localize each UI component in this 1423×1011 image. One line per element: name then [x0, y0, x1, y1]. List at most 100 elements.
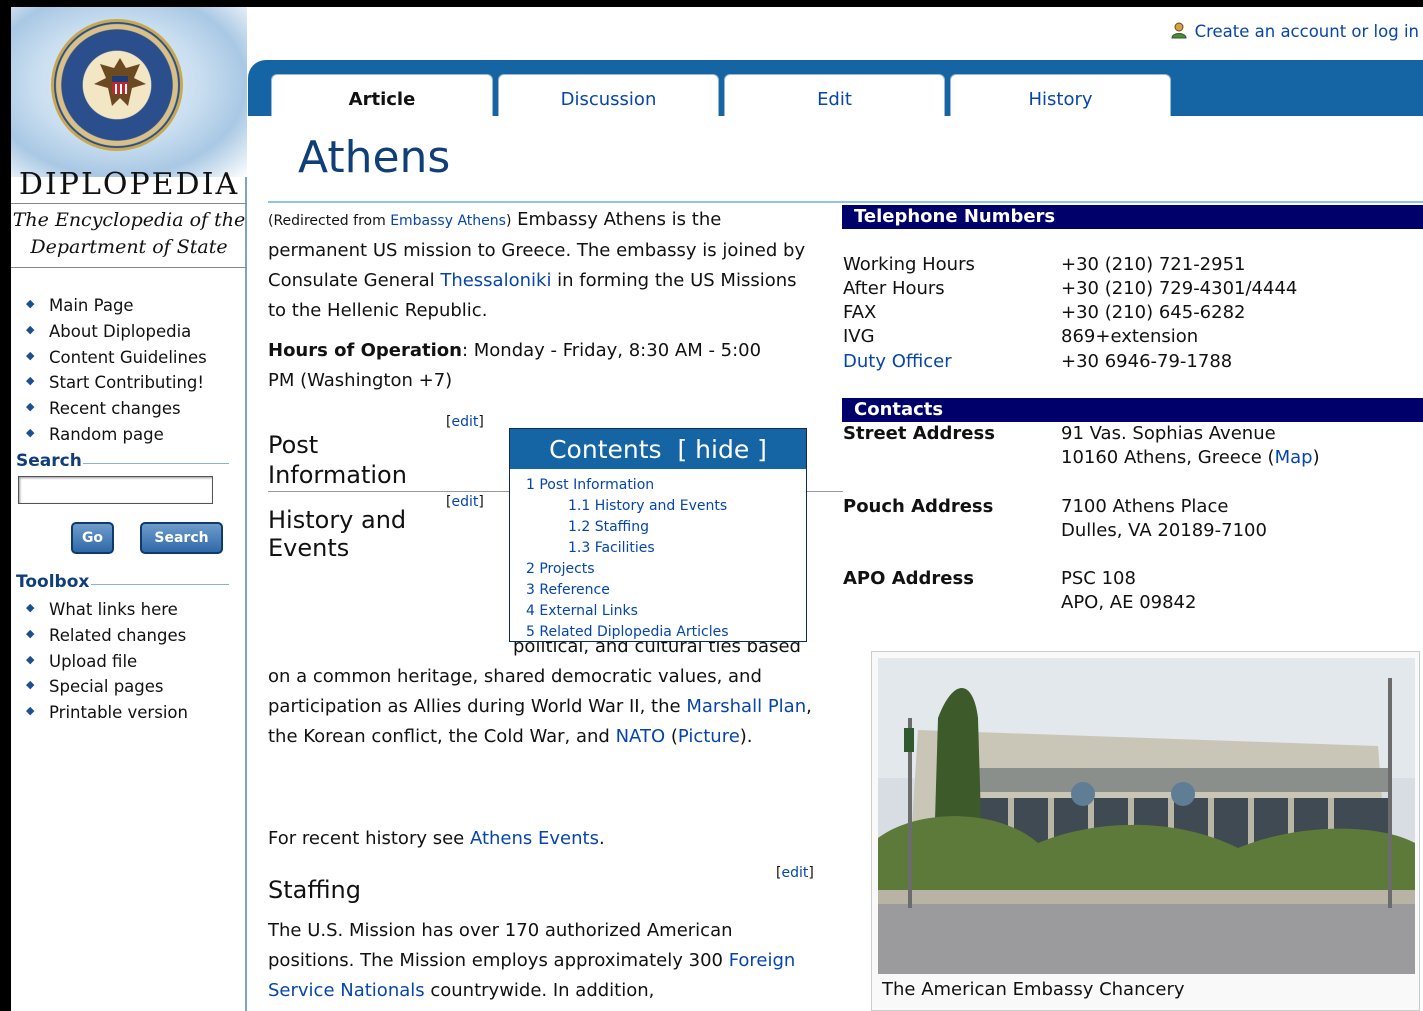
toc-item[interactable]: 2 Projects: [526, 559, 806, 580]
thessaloniki-link[interactable]: Thessaloniki: [440, 270, 551, 291]
recent-suffix: .: [598, 828, 605, 849]
street-address-close: ): [1312, 447, 1320, 468]
heading-staffing: Staffing: [268, 876, 361, 904]
window-left-border: [0, 0, 11, 1011]
phone-value-duty-officer: +30 6946-79-1788: [1061, 351, 1233, 372]
nav-item-main-page[interactable]: Main Page: [23, 291, 207, 319]
embassy-building-image: [878, 658, 1415, 974]
eagle-icon: [94, 58, 146, 106]
brand-name: DIPLOPEDIA: [18, 167, 240, 202]
hours-label: Hours of Operation: [268, 340, 462, 361]
nato-link[interactable]: NATO: [616, 726, 666, 747]
tab-edit[interactable]: Edit: [724, 74, 945, 116]
page-title: Athens: [298, 132, 451, 183]
phone-label-working-hours: Working Hours: [843, 254, 975, 275]
nav-item-start-contributing[interactable]: Start Contributing!: [23, 368, 207, 396]
street-address-line1: 91 Vas. Sophias Avenue: [1061, 423, 1276, 444]
phone-value-ivg: 869+extension: [1061, 326, 1199, 347]
nav-item-random-page[interactable]: Random page: [23, 420, 207, 448]
sidebar: DIPLOPEDIA The Encyclopedia of the Depar…: [11, 7, 247, 1011]
street-address-line2: 10160 Athens, Greece (Map): [1061, 446, 1320, 470]
staffing-text-2: countrywide. In addition,: [424, 980, 655, 1001]
history-text-4: ).: [739, 726, 753, 747]
toolbox-list: What links here Related changes Upload f…: [23, 595, 188, 726]
street-address-city: 10160 Athens, Greece (: [1061, 447, 1275, 468]
toc-item[interactable]: 1 Post Information: [526, 475, 806, 496]
heading-underline: [807, 491, 843, 492]
marshall-plan-link[interactable]: Marshall Plan: [686, 696, 806, 717]
toc-item[interactable]: 1.2 Staffing: [526, 517, 806, 538]
table-of-contents: Contents [ hide ] 1 Post Information 1.1…: [509, 428, 807, 642]
pouch-address-line2: Dulles, VA 20189-7100: [1061, 520, 1267, 541]
brand-divider: [11, 203, 247, 204]
tab-discussion[interactable]: Discussion: [498, 74, 719, 116]
nav-item-about[interactable]: About Diplopedia: [23, 317, 207, 345]
brand-tagline: The Encyclopedia of the Department of St…: [12, 209, 246, 258]
phone-value-fax: +30 (210) 645-6282: [1061, 302, 1246, 323]
toc-item[interactable]: 5 Related Diplopedia Articles: [526, 622, 806, 643]
nav-item-recent-changes[interactable]: Recent changes: [23, 394, 207, 422]
redirect-prefix: (Redirected from: [268, 213, 391, 229]
edit-link[interactable]: edit: [451, 494, 478, 510]
toc-item[interactable]: 4 External Links: [526, 601, 806, 622]
toolbox-item-what-links-here[interactable]: What links here: [23, 595, 188, 623]
go-button[interactable]: Go: [71, 522, 114, 554]
edit-post-information: [edit]: [446, 414, 484, 430]
chancery-photo[interactable]: [878, 658, 1415, 974]
recent-history-paragraph: For recent history see Athens Events.: [268, 824, 605, 854]
phone-label-fax: FAX: [843, 302, 877, 323]
toolbox-item-printable-version[interactable]: Printable version: [23, 698, 188, 726]
search-input[interactable]: [18, 476, 213, 504]
window-top-border: [0, 0, 1423, 7]
edit-link[interactable]: edit: [781, 865, 808, 881]
apo-address-line2: APO, AE 09842: [1061, 592, 1197, 613]
article-intro: (Redirected from Embassy Athens) Embassy…: [268, 205, 820, 396]
edit-history: [edit]: [446, 494, 484, 510]
pouch-address-line1: 7100 Athens Place: [1061, 496, 1229, 517]
picture-link[interactable]: Picture: [678, 726, 740, 747]
toolbox-item-special-pages[interactable]: Special pages: [23, 672, 188, 700]
search-button[interactable]: Search: [140, 522, 223, 554]
tab-article[interactable]: Article: [271, 74, 493, 116]
brand-divider: [11, 267, 247, 268]
phone-label-ivg: IVG: [843, 326, 875, 347]
chancery-photo-frame: The American Embassy Chancery: [871, 651, 1420, 1011]
toc-item[interactable]: 3 Reference: [526, 580, 806, 601]
phone-value-working-hours: +30 (210) 721-2951: [1061, 254, 1246, 275]
toc-header: Contents [ hide ]: [510, 429, 806, 469]
department-seal-logo[interactable]: [51, 19, 183, 151]
toolbox-item-related-changes[interactable]: Related changes: [23, 621, 188, 649]
toc-item[interactable]: 1.3 Facilities: [526, 538, 806, 559]
nav-item-content-guidelines[interactable]: Content Guidelines: [23, 343, 207, 371]
heading-post-information: Post Information: [268, 431, 407, 489]
map-link[interactable]: Map: [1275, 447, 1313, 468]
apo-address-label: APO Address: [843, 568, 974, 589]
pouch-address-label: Pouch Address: [843, 496, 994, 517]
recent-text: For recent history see: [268, 828, 470, 849]
heading-history-events: History and Events: [268, 506, 407, 562]
apo-address-line1: PSC 108: [1061, 568, 1136, 589]
account-link[interactable]: Create an account or log in: [1171, 22, 1419, 41]
heading-underline: [268, 491, 509, 492]
navigation-list: Main Page About Diplopedia Content Guide…: [23, 291, 207, 448]
history-text-3: (: [665, 726, 678, 747]
toc-hide-toggle[interactable]: [ hide ]: [677, 435, 766, 464]
photo-caption: The American Embassy Chancery: [882, 979, 1185, 1000]
staffing-text: The U.S. Mission has over 170 authorized…: [268, 920, 733, 971]
contacts-heading: Contacts: [842, 398, 1423, 422]
street-address-label: Street Address: [843, 423, 995, 444]
intro-paragraph: (Redirected from Embassy Athens) Embassy…: [268, 205, 820, 326]
duty-officer-link[interactable]: Duty Officer: [843, 350, 952, 374]
toc-item[interactable]: 1.1 History and Events: [526, 496, 806, 517]
toolbox-portlet-divider: [91, 584, 229, 585]
tab-history[interactable]: History: [950, 74, 1171, 116]
search-portlet-title: Search: [16, 451, 82, 471]
edit-staffing: [edit]: [776, 865, 814, 881]
toolbox-portlet-title: Toolbox: [16, 572, 90, 592]
phone-value-after-hours: +30 (210) 729-4301/4444: [1061, 278, 1298, 299]
athens-events-link[interactable]: Athens Events: [470, 828, 599, 849]
redirect-link[interactable]: Embassy Athens: [390, 213, 506, 229]
toolbox-item-upload-file[interactable]: Upload file: [23, 647, 188, 675]
toc-float-spacer: [268, 572, 513, 662]
edit-link[interactable]: edit: [451, 414, 478, 430]
